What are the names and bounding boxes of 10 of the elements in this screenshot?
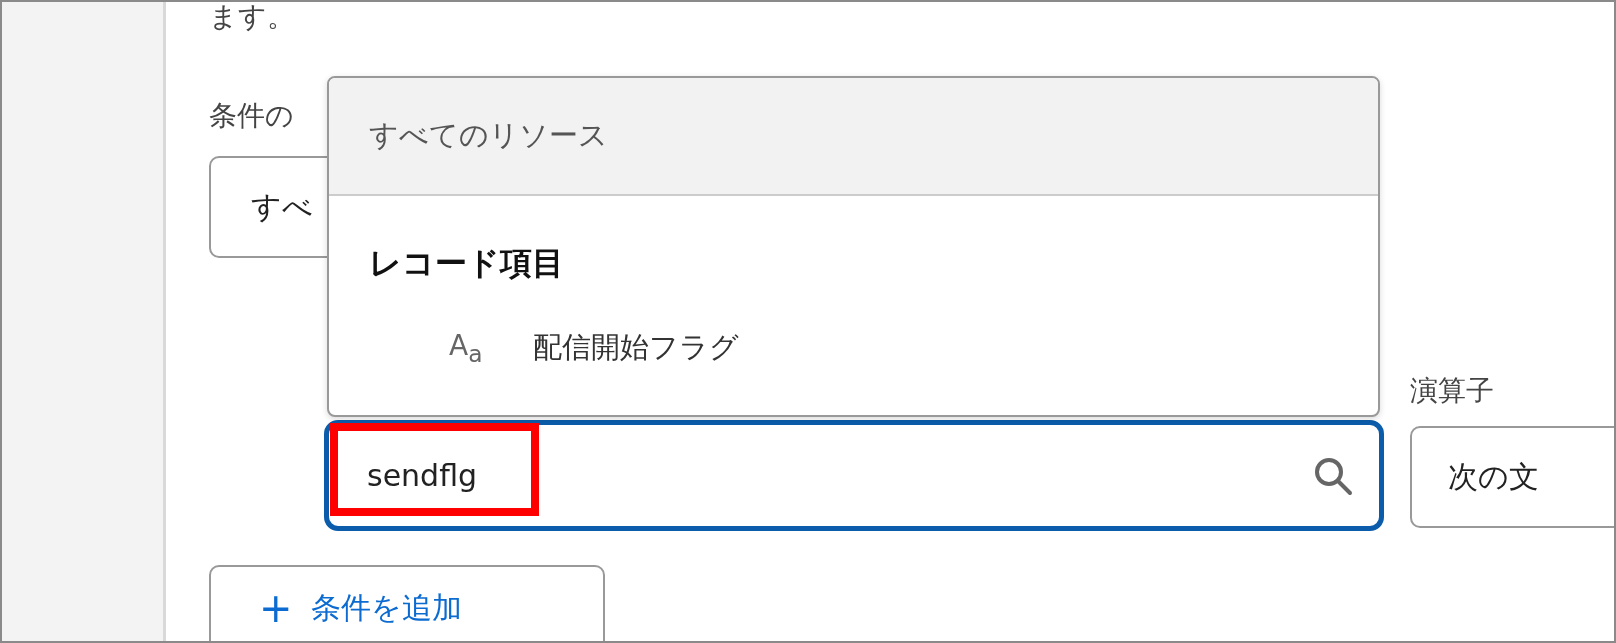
dropdown-header[interactable]: すべてのリソース [329,78,1378,196]
intro-text: ます。 [209,2,296,32]
add-condition-button[interactable]: + 条件を追加 [209,565,605,641]
text-type-icon: A$_{a}$ [449,328,533,368]
group-title: レコード項目 [368,243,565,284]
condition-label: 条件の [209,101,295,131]
operator-select[interactable]: 次の文 [1410,426,1614,528]
dropdown-option[interactable]: 配信開始フラグ [533,328,739,368]
operator-label: 演算子 [1410,376,1495,406]
search-field[interactable]: sendflg [324,420,1384,531]
